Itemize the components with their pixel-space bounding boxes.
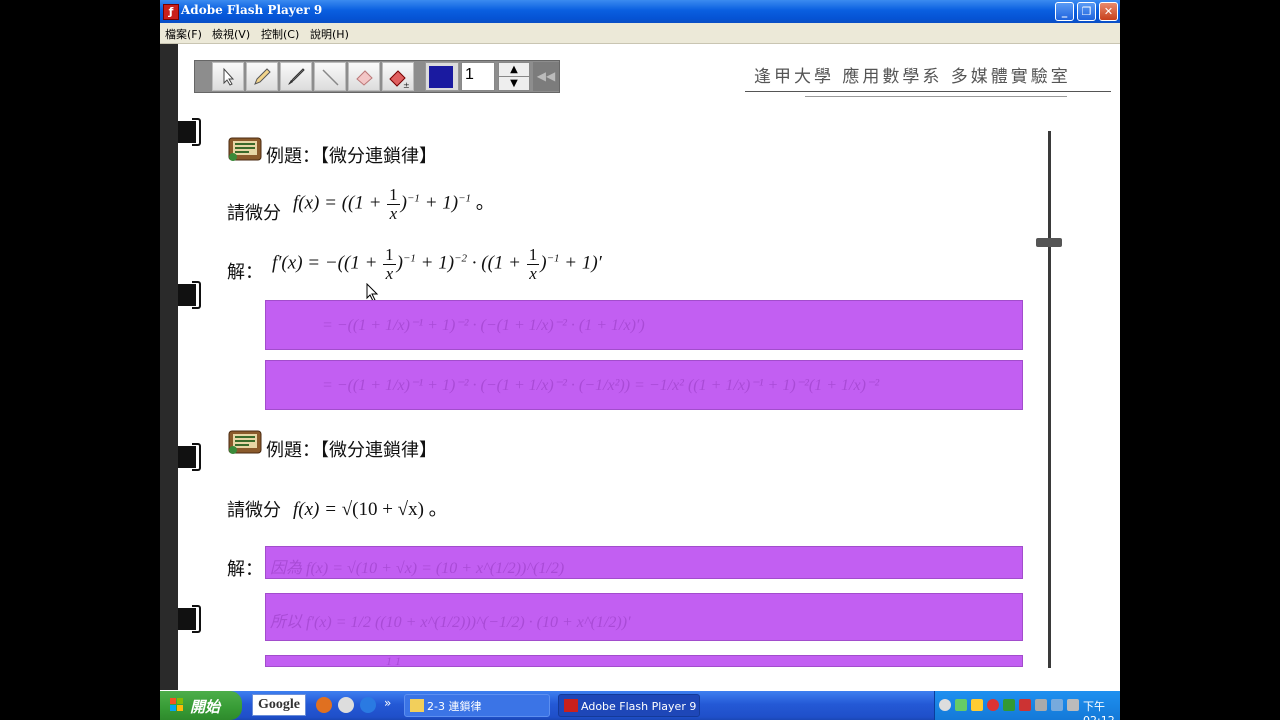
quicklaunch-chevron[interactable]: » [384,696,391,710]
hidden-step-box[interactable]: 所以 f′(x) = 1/2 ((10 + x^(1/2)))^(−1/2) ·… [265,593,1023,641]
folder-icon [410,699,424,712]
tray-info-icon[interactable] [1035,699,1047,711]
tray-network-icon[interactable] [955,699,967,711]
rewind-button[interactable]: ◀◀ [533,62,559,91]
line-tool-button[interactable] [314,62,346,91]
scroll-thumb[interactable] [1036,238,1062,247]
example-1-solution-label: 解： [227,262,263,283]
example-2-title: 例題：【微分連鎖律】 [266,440,437,461]
start-button[interactable]: 開始 [160,691,242,720]
eraser-icon [356,70,373,86]
pointer-tool-button[interactable] [212,62,244,91]
menu-help[interactable]: 說明(H) [310,26,349,42]
example-1-solution-formula: f′(x) = −((1 + 1 x)−1 + 1)−2 · ((1 + 1 x)−… [272,245,602,283]
eraser-tool-button[interactable] [348,62,380,91]
line-icon [322,69,339,86]
example-1-question-label: 請微分 [227,203,281,224]
minimize-button[interactable]: _ [1055,2,1074,21]
hidden-step-box[interactable]: = −((1 + 1/x)⁻¹ + 1)⁻² · (−(1 + 1/x)⁻² ·… [265,360,1023,410]
media-icon[interactable] [338,697,354,713]
color-swatch [429,66,453,88]
university-header: 逢甲大學 應用數學系 多媒體實驗室 [754,67,1071,87]
pointer-icon [223,67,235,86]
menu-bar: 檔案(F) 檢視(V) 控制(C) 說明(H) [160,23,1120,44]
binder-ring [178,118,202,146]
taskbar: 開始 Google » 2-3 連鎖律 Adobe Flash Player 9… [160,691,1120,720]
clear-eraser-tool-button[interactable]: ± [382,62,414,91]
tray-pen-icon[interactable] [1067,699,1079,711]
menu-control[interactable]: 控制(C) [261,26,299,42]
pencil-tool-button[interactable] [246,62,278,91]
clock: 下午 02:12 [1083,700,1115,720]
brush-tool-button[interactable] [280,62,312,91]
page-stepper[interactable]: ▲ ▼ [498,62,530,91]
start-label: 開始 [190,698,221,716]
firefox-icon[interactable] [316,697,332,713]
tray-warning-icon[interactable] [971,699,983,711]
example-book-icon [228,430,262,454]
title-bar[interactable]: ƒ Adobe Flash Player 9 _ ❐ ✕ [160,0,1120,23]
page-number-input[interactable]: 1 [461,62,495,91]
menu-file[interactable]: 檔案(F) [165,26,202,42]
tray-app-icon[interactable] [1003,699,1015,711]
binder-ring [178,605,202,633]
ie-icon[interactable] [360,697,376,713]
example-2-question-formula: f(x) = √(10 + √x) 。 [293,499,448,520]
clear-eraser-icon: ± [389,70,410,89]
tray-security-icon[interactable] [987,699,999,711]
header-divider-2 [805,96,1067,97]
taskbar-item-flash[interactable]: Adobe Flash Player 9 [558,694,700,717]
stepper-down-icon[interactable]: ▼ [499,77,529,90]
binder-ring [178,281,202,309]
screen: ƒ Adobe Flash Player 9 _ ❐ ✕ 檔案(F) 檢視(V)… [160,0,1120,720]
hidden-step-box[interactable]: 1 1 [265,655,1023,667]
flash-icon: ƒ [163,4,179,20]
tray-app2-icon[interactable] [1019,699,1031,711]
brush-icon [288,68,305,85]
google-toolbar[interactable]: Google [252,694,306,716]
maximize-button[interactable]: ❐ [1077,2,1096,21]
flash-icon [564,699,578,712]
stepper-up-icon[interactable]: ▲ [499,63,529,77]
hidden-step-box[interactable]: = −((1 + 1/x)⁻¹ + 1)⁻² · (−(1 + 1/x)⁻² ·… [265,300,1023,350]
pen-color-picker[interactable] [425,62,459,91]
svg-text:±: ± [403,81,410,89]
example-2-question-label: 請微分 [227,500,281,521]
example-book-icon [228,137,262,161]
binder-strip [160,44,178,690]
window-title: Adobe Flash Player 9 [181,3,323,17]
example-2-solution-label: 解： [227,559,263,580]
drawing-toolbar: ± 1 ▲ ▼ ◀◀ [194,60,560,93]
tray-expand-icon[interactable] [939,699,951,711]
pencil-icon [254,68,271,85]
example-1-title: 例題：【微分連鎖律】 [266,146,437,167]
windows-flag-icon [170,698,183,711]
taskbar-item-folder[interactable]: 2-3 連鎖律 [404,694,550,717]
hidden-step-box[interactable]: 因為 f(x) = √(10 + √x) = (10 + x^(1/2))^(1… [265,546,1023,579]
tray-volume-icon[interactable] [1051,699,1063,711]
close-button[interactable]: ✕ [1099,2,1118,21]
system-tray: 下午 02:12 [934,691,1120,720]
scroll-track[interactable] [1048,131,1051,668]
menu-view[interactable]: 檢視(V) [212,26,250,42]
header-divider [745,91,1111,92]
example-1-question-formula: f(x) = ((1 + 1 x)−1 + 1)−1 。 [293,185,495,223]
binder-ring [178,443,202,471]
